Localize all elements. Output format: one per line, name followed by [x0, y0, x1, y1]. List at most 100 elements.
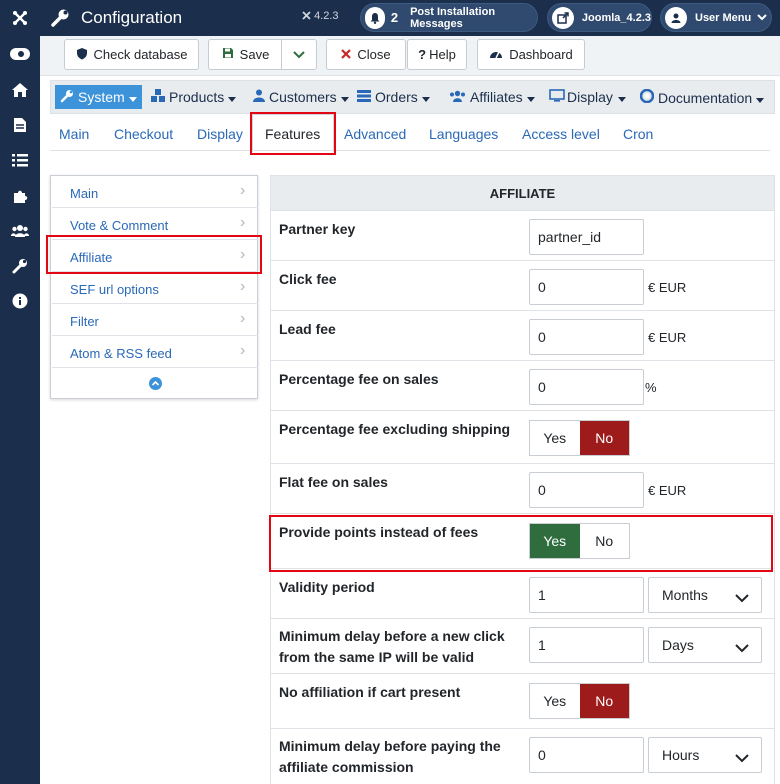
section-item-main[interactable]: Main ›	[52, 176, 258, 208]
user-menu-button[interactable]: User Menu	[660, 3, 772, 32]
site-link-button[interactable]: Joomla_4.2.3	[547, 3, 652, 32]
page-title: Configuration	[81, 8, 183, 27]
chevron-right-icon: ›	[240, 342, 246, 359]
post-installation-messages-button[interactable]: 2 Post Installation Messages	[360, 3, 538, 32]
close-button[interactable]: Close	[326, 39, 406, 70]
row-min-delay-pay: Minimum delay before paying the affiliat…	[271, 729, 774, 784]
field-label: Flat fee on sales	[279, 474, 388, 490]
row-validity-period: Validity period 1 Months	[271, 569, 774, 619]
tab-advanced[interactable]: Advanced	[344, 126, 406, 142]
wrench-icon[interactable]	[0, 252, 40, 280]
menu-display[interactable]: Display	[549, 89, 626, 105]
home-icon[interactable]	[0, 76, 40, 104]
no-option[interactable]: No	[579, 684, 629, 718]
yes-option[interactable]: Yes	[530, 421, 580, 455]
section-item-label: Filter	[70, 314, 99, 329]
menu-affiliates[interactable]: Affiliates	[449, 89, 535, 105]
section-item-label: Main	[70, 186, 99, 201]
orders-icon	[357, 89, 371, 105]
no-option[interactable]: No	[579, 421, 629, 455]
external-link-icon	[552, 6, 574, 29]
min-delay-click-input[interactable]: 1	[529, 627, 644, 663]
joomla-logo-icon[interactable]	[0, 0, 40, 36]
validity-period-input[interactable]: 1	[529, 577, 644, 613]
section-item-label: Atom & RSS feed	[70, 346, 172, 361]
min-delay-pay-unit-select[interactable]: Hours	[648, 737, 762, 773]
wrench-icon	[50, 8, 70, 28]
caret-down-icon	[228, 89, 237, 105]
chevron-right-icon: ›	[240, 310, 246, 327]
wrench-icon	[60, 89, 74, 106]
bell-icon	[365, 6, 385, 29]
min-delay-click-unit-select[interactable]: Days	[648, 627, 762, 663]
tab-main[interactable]: Main	[59, 126, 89, 142]
validity-unit-select[interactable]: Months	[648, 577, 762, 613]
flat-fee-input[interactable]: 0	[529, 472, 644, 508]
section-item-sef-url[interactable]: SEF url options ›	[52, 272, 258, 304]
chevron-right-icon: ›	[240, 214, 246, 231]
check-database-button[interactable]: Check database	[64, 39, 199, 70]
yes-option[interactable]: Yes	[530, 684, 580, 718]
caret-down-icon	[526, 89, 535, 105]
tab-cron[interactable]: Cron	[623, 126, 653, 142]
menu-products[interactable]: Products	[151, 89, 237, 105]
section-item-filter[interactable]: Filter ›	[52, 304, 258, 336]
click-fee-input[interactable]: 0	[529, 269, 644, 305]
caret-down-icon	[756, 90, 765, 106]
min-delay-pay-input[interactable]: 0	[529, 737, 644, 773]
caret-down-icon	[617, 89, 626, 105]
menus-list-icon[interactable]	[0, 146, 40, 174]
close-label: Close	[357, 47, 391, 62]
toggle-menu-icon[interactable]	[0, 40, 40, 68]
partner-key-input[interactable]: partner_id	[529, 219, 644, 255]
save-button[interactable]: Save	[208, 39, 282, 70]
save-dropdown-button[interactable]	[281, 39, 317, 70]
chevron-down-icon	[735, 750, 749, 766]
field-label: Click fee	[279, 271, 337, 287]
chevron-right-icon: ›	[240, 278, 246, 295]
puzzle-icon[interactable]	[0, 182, 40, 210]
chevron-down-icon	[735, 640, 749, 656]
highlight-affiliate-item	[46, 235, 262, 274]
info-icon[interactable]	[0, 287, 40, 315]
chevron-down-icon	[757, 12, 767, 24]
percentage-fee-input[interactable]: 0	[529, 369, 644, 405]
affiliate-settings-table: AFFILIATE Partner key partner_id Click f…	[270, 175, 775, 784]
lifebuoy-icon	[639, 88, 655, 106]
dashboard-button[interactable]: Dashboard	[477, 39, 585, 70]
caret-down-icon	[340, 89, 349, 105]
tab-display[interactable]: Display	[197, 126, 243, 142]
lead-fee-input[interactable]: 0	[529, 319, 644, 355]
users-icon[interactable]	[0, 217, 40, 245]
save-label: Save	[239, 47, 270, 62]
tab-access-level[interactable]: Access level	[522, 126, 600, 142]
row-percentage-excluding-shipping: Percentage fee excluding shipping Yes No	[271, 411, 774, 464]
field-label: Lead fee	[279, 321, 336, 337]
section-item-atom-rss[interactable]: Atom & RSS feed ›	[52, 336, 258, 368]
site-label: Joomla_4.2.3	[581, 11, 651, 24]
field-label: Validity period	[279, 579, 375, 595]
currency-label: € EUR	[648, 483, 687, 498]
menu-documentation[interactable]: Documentation	[639, 88, 765, 106]
chevron-down-icon	[735, 590, 749, 606]
row-no-affiliation-cart: No affiliation if cart present Yes No	[271, 674, 774, 729]
toolbar: Check database Save Close ? Help Dashboa…	[40, 36, 780, 76]
percent-label: %	[645, 380, 657, 395]
section-header: AFFILIATE	[271, 175, 774, 211]
menu-customers-label: Customers	[269, 89, 337, 105]
tab-checkout[interactable]: Checkout	[114, 126, 173, 142]
tab-languages[interactable]: Languages	[429, 126, 498, 142]
menu-orders[interactable]: Orders	[357, 89, 430, 105]
content-icon[interactable]	[0, 111, 40, 139]
menu-customers[interactable]: Customers	[253, 89, 349, 105]
help-button[interactable]: ? Help	[407, 39, 467, 70]
no-affiliation-cart-toggle: Yes No	[529, 683, 630, 719]
users-icon	[449, 89, 466, 105]
menu-system[interactable]: System	[55, 85, 142, 109]
version-label: 4.2.3	[302, 10, 339, 22]
row-percentage-fee: Percentage fee on sales 0 %	[271, 361, 774, 411]
select-value: Days	[662, 637, 694, 653]
feature-section-menu: Main › Vote & Comment › Affiliate › SEF …	[50, 175, 258, 399]
collapse-menu-button[interactable]	[52, 368, 258, 398]
caret-down-icon	[421, 89, 430, 105]
